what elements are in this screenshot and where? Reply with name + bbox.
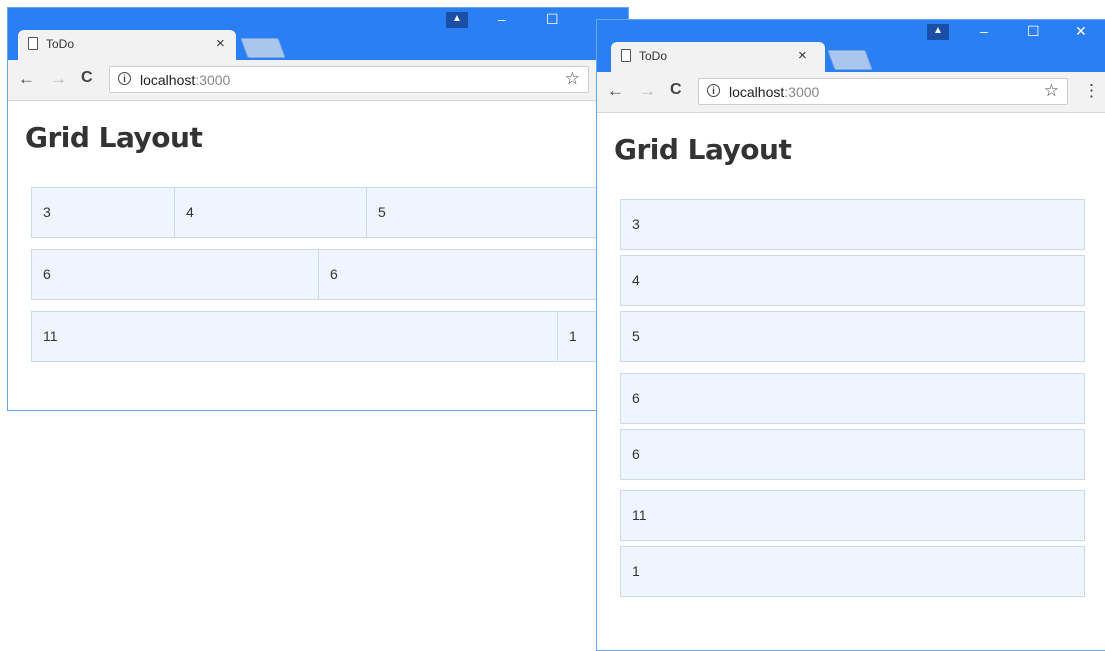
new-tab-button[interactable]	[827, 50, 873, 70]
grid-cell: 5	[620, 311, 1085, 362]
minimize-icon[interactable]: –	[980, 23, 988, 39]
forward-icon[interactable]: →	[50, 69, 67, 89]
document-icon	[621, 49, 631, 62]
profile-icon[interactable]: ▲	[446, 12, 468, 28]
grid-cell: 5	[366, 187, 628, 238]
maximize-icon[interactable]: ☐	[546, 11, 559, 28]
grid-cell: 3	[620, 199, 1085, 250]
back-icon[interactable]: ←	[607, 81, 624, 101]
reload-icon[interactable]: C	[81, 69, 93, 87]
url-port: :3000	[784, 84, 820, 100]
grid-cell: 4	[174, 187, 367, 238]
grid-cell: 4	[620, 255, 1085, 306]
grid-cell: 3	[31, 187, 175, 238]
grid-cell: 6	[318, 249, 628, 300]
grid-cell: 1	[620, 546, 1085, 597]
bookmark-star-icon[interactable]: ☆	[565, 69, 580, 89]
profile-icon[interactable]: ▲	[927, 24, 949, 40]
title-bar: ToDo × ▲ – ☐	[8, 8, 628, 60]
page-content: Grid Layout 3 4 5 6 6 11 1	[8, 101, 628, 410]
address-bar[interactable]: i localhost:3000 ☆	[698, 78, 1068, 105]
minimize-icon[interactable]: –	[498, 11, 506, 27]
bookmark-star-icon[interactable]: ☆	[1044, 81, 1059, 101]
new-tab-button[interactable]	[240, 38, 286, 58]
page-content: Grid Layout 3 4 5 6 6 11 1	[597, 113, 1105, 650]
forward-icon[interactable]: →	[639, 81, 656, 101]
grid-cell: 6	[620, 373, 1085, 424]
page-title: Grid Layout	[25, 121, 203, 154]
tab-close-icon[interactable]: ×	[216, 35, 225, 52]
browser-toolbar: ← → C i localhost:3000 ☆ ⋮	[597, 72, 1105, 113]
maximize-icon[interactable]: ☐	[1027, 23, 1040, 40]
url-host: localhost	[729, 84, 785, 100]
tab-todo[interactable]: ToDo ×	[18, 30, 236, 60]
browser-window-wide: ToDo × ▲ – ☐ ← → C i localhost:3000 ☆ Gr…	[7, 7, 629, 411]
tab-title: ToDo	[46, 37, 75, 51]
close-icon[interactable]: ✕	[1075, 23, 1087, 40]
url-port: :3000	[195, 72, 231, 88]
title-bar: ToDo × ▲ – ☐ ✕	[597, 20, 1105, 72]
page-title: Grid Layout	[614, 133, 792, 166]
tab-todo[interactable]: ToDo ×	[611, 42, 825, 72]
tab-close-icon[interactable]: ×	[798, 47, 807, 64]
grid-cell: 11	[31, 311, 558, 362]
reload-icon[interactable]: C	[670, 81, 682, 99]
tab-title: ToDo	[639, 49, 668, 63]
address-bar[interactable]: i localhost:3000 ☆	[109, 66, 589, 93]
browser-toolbar: ← → C i localhost:3000 ☆	[8, 60, 628, 101]
url-text: localhost:3000	[140, 72, 230, 88]
document-icon	[28, 37, 38, 50]
menu-icon[interactable]: ⋮	[1083, 81, 1100, 101]
url-text: localhost:3000	[729, 84, 819, 100]
info-icon[interactable]: i	[118, 72, 131, 85]
grid-cell: 6	[31, 249, 319, 300]
info-icon[interactable]: i	[707, 84, 720, 97]
browser-window-narrow: ToDo × ▲ – ☐ ✕ ← → C i localhost:3000 ☆ …	[596, 19, 1105, 651]
grid-cell: 6	[620, 429, 1085, 480]
back-icon[interactable]: ←	[18, 69, 35, 89]
grid-cell: 11	[620, 490, 1085, 541]
url-host: localhost	[140, 72, 196, 88]
